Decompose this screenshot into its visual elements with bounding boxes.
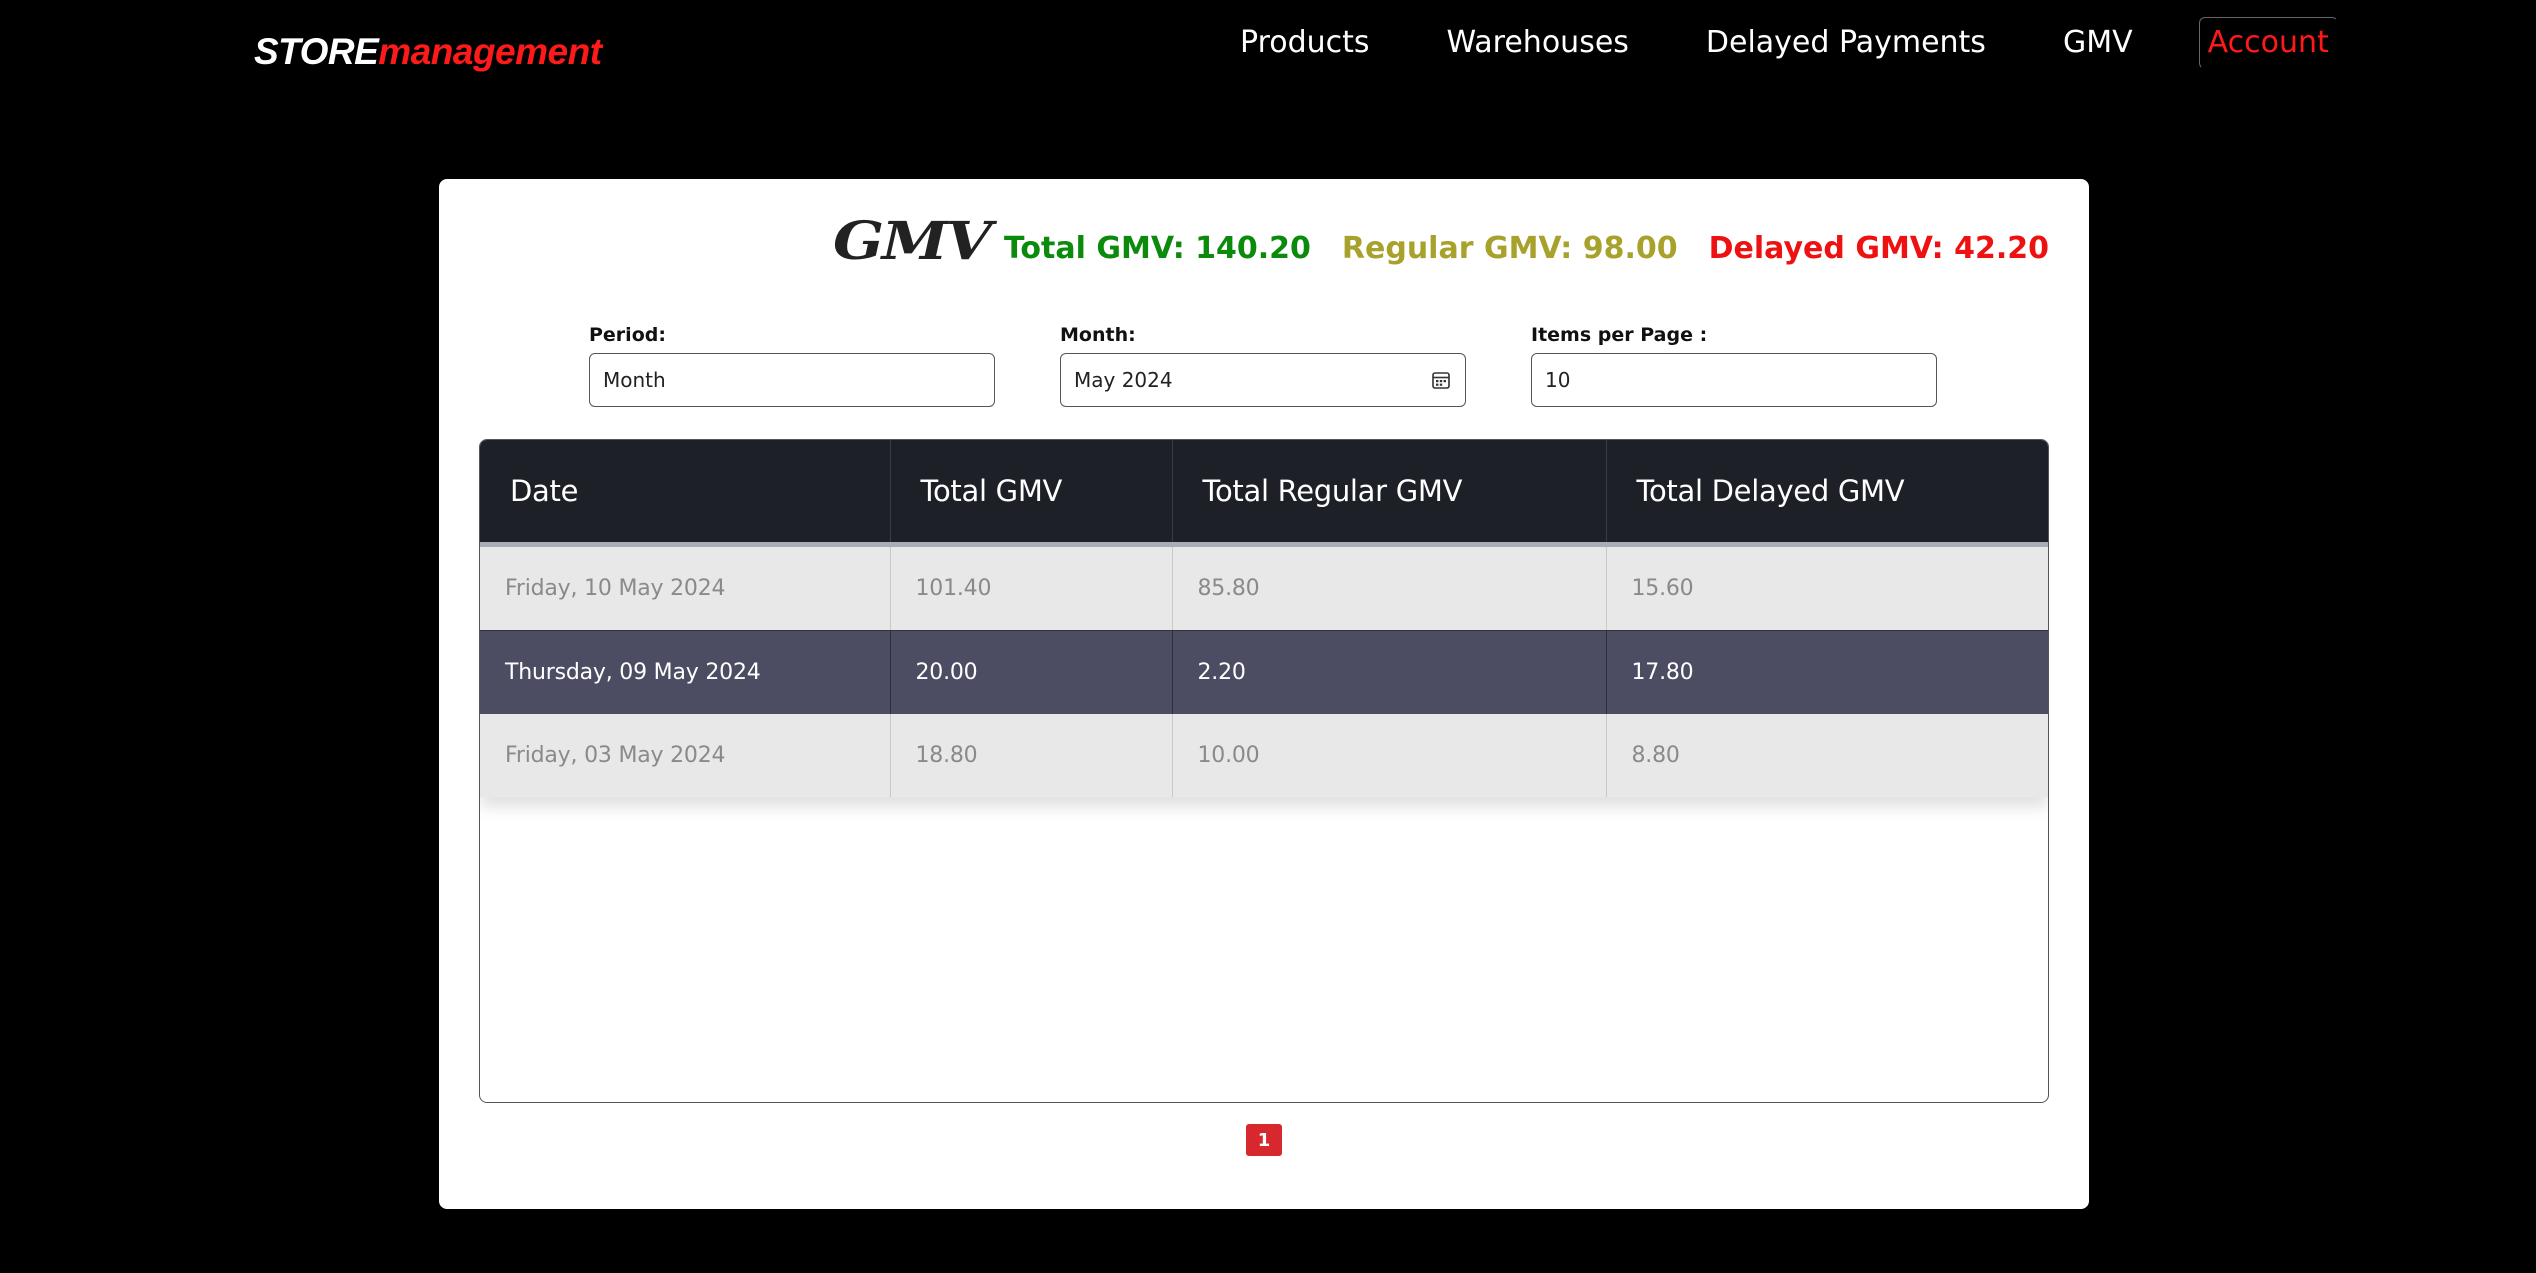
month-input[interactable]: May 2024 — [1060, 353, 1466, 407]
cell-total-regular-gmv: 10.00 — [1172, 713, 1607, 797]
month-filter: Month: May 2024 — [1060, 323, 1466, 407]
gmv-table-container: Date Total GMV Total Regular GMV Total D… — [479, 439, 2049, 1103]
cell-total-delayed-gmv: 8.80 — [1631, 742, 1680, 768]
table-row[interactable]: Friday, 10 May 2024 101.40 85.80 15.60 — [480, 544, 2048, 631]
brand-part-store: STORE — [254, 31, 379, 72]
items-per-page-input[interactable]: 10 — [1531, 353, 1937, 407]
cell-date: Friday, 03 May 2024 — [480, 713, 891, 797]
nav-item-products[interactable]: Products — [1240, 18, 1370, 68]
gmv-totals: Total GMV: 140.20 Regular GMV: 98.00 Del… — [973, 229, 2049, 269]
cell-date: Friday, 10 May 2024 — [480, 544, 891, 631]
table-header-row: Date Total GMV Total Regular GMV Total D… — [480, 440, 2048, 547]
month-value: May 2024 — [1074, 368, 1173, 392]
month-label: Month: — [1060, 324, 1136, 346]
delayed-gmv-value: Delayed GMV: 42.20 — [1708, 231, 2049, 266]
cell-total-gmv: 101.40 — [890, 544, 1173, 631]
column-header-date[interactable]: Date — [480, 440, 891, 547]
page-title: GMV — [833, 211, 992, 272]
gmv-card: GMV Total GMV: 140.20 Regular GMV: 98.00… — [439, 179, 2089, 1209]
gmv-table: Date Total GMV Total Regular GMV Total D… — [480, 440, 2048, 797]
nav-item-warehouses[interactable]: Warehouses — [1447, 18, 1629, 68]
items-per-page-filter: Items per Page : 10 — [1531, 323, 1937, 407]
table-row[interactable]: Friday, 03 May 2024 18.80 10.00 8.80 — [480, 713, 2048, 797]
cell-total-gmv: 20.00 — [890, 630, 1173, 714]
cell-total-regular-gmv: 2.20 — [1172, 630, 1607, 714]
brand-logo[interactable]: STOREmanagement — [254, 30, 602, 74]
pagination-page-1[interactable]: 1 — [1246, 1124, 1282, 1156]
top-navbar: STOREmanagement Products Warehouses Dela… — [0, 0, 2536, 90]
period-value: Month — [603, 368, 666, 392]
cell-date: Thursday, 09 May 2024 — [480, 630, 891, 714]
period-select[interactable]: Month — [589, 353, 995, 407]
main-nav: Products Warehouses Delayed Payments GMV… — [1240, 17, 2338, 69]
table-row-selected[interactable]: Thursday, 09 May 2024 20.00 2.20 17.80 — [480, 630, 2048, 714]
column-header-total-delayed-gmv[interactable]: Total Delayed GMV — [1606, 440, 2048, 547]
regular-gmv-value: Regular GMV: 98.00 — [1341, 231, 1678, 266]
nav-item-delayed-payments[interactable]: Delayed Payments — [1706, 18, 1986, 68]
items-per-page-label: Items per Page : — [1531, 324, 1708, 346]
nav-item-gmv[interactable]: GMV — [2063, 18, 2133, 68]
brand-part-management: management — [378, 31, 602, 72]
nav-item-account[interactable]: Account — [2198, 17, 2338, 69]
cell-total-delayed-gmv: 17.80 — [1631, 659, 1694, 685]
period-filter: Period: Month — [589, 323, 995, 407]
cell-total-delayed-gmv: 15.60 — [1606, 544, 2048, 631]
period-label: Period: — [589, 324, 666, 346]
items-per-page-value: 10 — [1545, 368, 1571, 392]
cell-total-regular-gmv: 85.80 — [1172, 544, 1607, 631]
column-header-total-gmv[interactable]: Total GMV — [890, 440, 1173, 547]
column-header-total-regular-gmv[interactable]: Total Regular GMV — [1172, 440, 1607, 547]
cell-total-gmv: 18.80 — [890, 713, 1173, 797]
calendar-icon[interactable] — [1431, 370, 1451, 390]
total-gmv-value: Total GMV: 140.20 — [1003, 231, 1311, 266]
